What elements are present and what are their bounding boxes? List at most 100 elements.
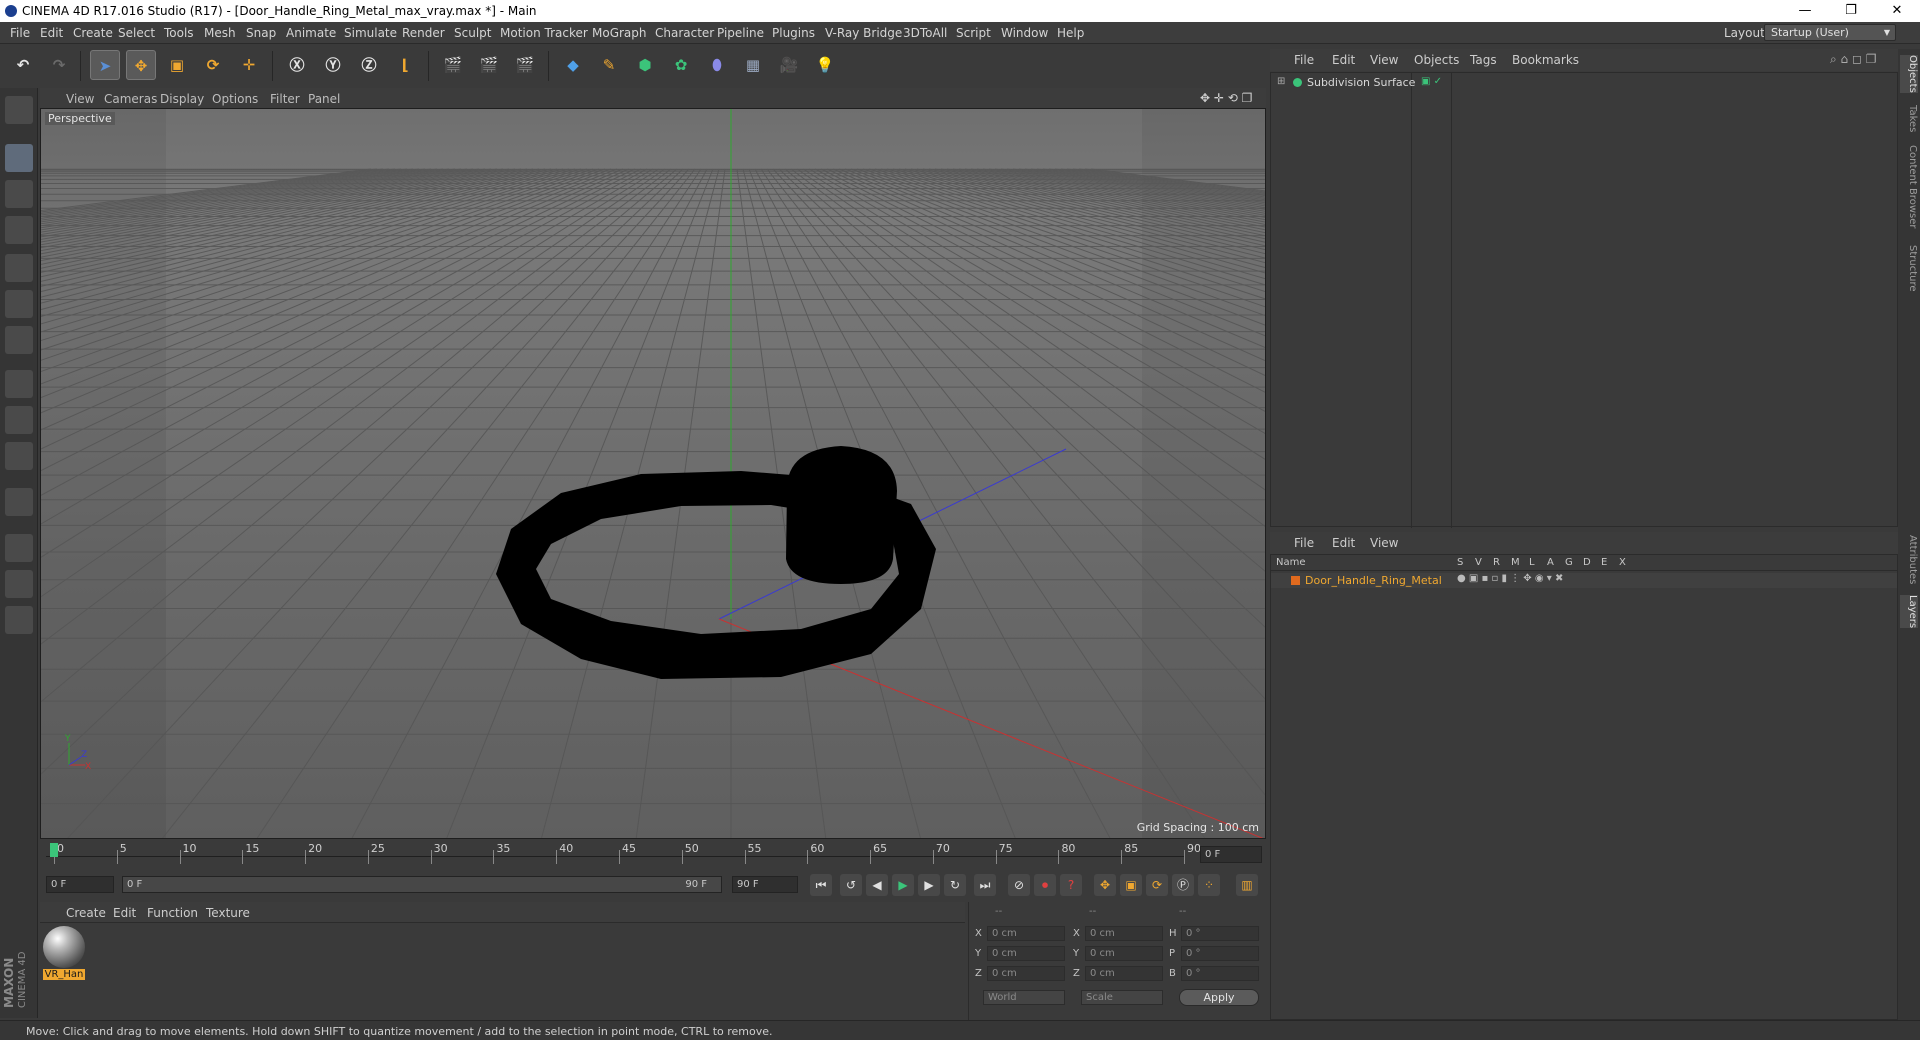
- layer-row[interactable]: Door_Handle_Ring_Metal ● ▣ ▪ ▫ ▮ ⋮ ✥ ◉ ▾…: [1271, 573, 1897, 588]
- timeline-ruler[interactable]: 0 5 10 15 20 25 30 35 40 45 50 55 60 65 70 75 80 85 90 0 F: [40, 840, 1266, 868]
- axis-mode-button[interactable]: [5, 370, 33, 398]
- light-button[interactable]: 💡: [810, 50, 840, 80]
- tab-structure[interactable]: Structure: [1900, 245, 1918, 292]
- menu-create[interactable]: Create: [73, 26, 113, 40]
- enabled-check-icon[interactable]: ▣ ✓: [1421, 76, 1442, 87]
- start-frame-field[interactable]: 0 F: [46, 876, 114, 893]
- move-tool-button[interactable]: ✥: [126, 50, 156, 80]
- key-position-button[interactable]: ✥: [1094, 874, 1116, 896]
- menu-pipeline[interactable]: Pipeline: [717, 26, 764, 40]
- menu-character[interactable]: Character: [655, 26, 714, 40]
- snap-button[interactable]: [5, 488, 33, 516]
- timeline-window-button[interactable]: ▥: [1236, 874, 1258, 896]
- viewport-menu-options[interactable]: Options: [212, 92, 258, 106]
- coord-size-y-field[interactable]: 0 cm: [1085, 946, 1163, 961]
- subdivision-surface-button[interactable]: ⬢: [630, 50, 660, 80]
- previous-key-button[interactable]: ↺: [840, 874, 862, 896]
- coord-mode-select[interactable]: Scale: [1081, 990, 1163, 1005]
- x-axis-lock-button[interactable]: Ⓧ: [282, 50, 312, 80]
- edges-mode-button[interactable]: [5, 290, 33, 318]
- viewport-menu-filter[interactable]: Filter: [270, 92, 300, 106]
- planar-workplane-button[interactable]: [5, 570, 33, 598]
- points-mode-button[interactable]: [5, 254, 33, 282]
- layer-menu-edit[interactable]: Edit: [1332, 536, 1355, 550]
- object-menu-file[interactable]: File: [1294, 53, 1314, 67]
- coord-pos-x-field[interactable]: 0 cm: [987, 926, 1065, 941]
- layer-menu-file[interactable]: File: [1294, 536, 1314, 550]
- current-frame-field[interactable]: 0 F: [1200, 846, 1262, 863]
- tab-takes[interactable]: Takes: [1900, 105, 1918, 132]
- play-button[interactable]: ▶: [892, 874, 914, 896]
- coord-size-z-field[interactable]: 0 cm: [1085, 966, 1163, 981]
- workplane-lock-button[interactable]: [5, 534, 33, 562]
- expand-toggle-icon[interactable]: ⊞: [1277, 76, 1285, 87]
- layer-name[interactable]: Door_Handle_Ring_Metal: [1305, 574, 1442, 587]
- object-row[interactable]: ⊞ Subdivision Surface ▣ ✓: [1273, 75, 1897, 91]
- material-menu-texture[interactable]: Texture: [206, 906, 250, 920]
- object-menu-bookmarks[interactable]: Bookmarks: [1512, 53, 1579, 67]
- minimize-button[interactable]: —: [1782, 0, 1828, 22]
- menu-select[interactable]: Select: [118, 26, 155, 40]
- layer-menu-view[interactable]: View: [1370, 536, 1398, 550]
- y-axis-lock-button[interactable]: Ⓨ: [318, 50, 348, 80]
- coord-pos-z-field[interactable]: 0 cm: [987, 966, 1065, 981]
- key-rotation-button[interactable]: ⟳: [1146, 874, 1168, 896]
- key-scale-button[interactable]: ▣: [1120, 874, 1142, 896]
- menu-simulate[interactable]: Simulate: [344, 26, 397, 40]
- deformer-button[interactable]: ⬮: [702, 50, 732, 80]
- menu-mograph[interactable]: MoGraph: [592, 26, 647, 40]
- menu-vray-bridge[interactable]: V-Ray Bridge: [825, 26, 902, 40]
- render-settings-button[interactable]: 🎬: [510, 50, 540, 80]
- spline-pen-button[interactable]: ✎: [594, 50, 624, 80]
- tab-attributes[interactable]: Attributes: [1900, 535, 1918, 584]
- menu-animate[interactable]: Animate: [286, 26, 336, 40]
- python-button[interactable]: [5, 606, 33, 634]
- next-key-button[interactable]: ↻: [944, 874, 966, 896]
- texture-mode-button[interactable]: [5, 180, 33, 208]
- tweak-mode-button[interactable]: [5, 406, 33, 434]
- material-menu-create[interactable]: Create: [66, 906, 106, 920]
- material-menu-function[interactable]: Function: [147, 906, 198, 920]
- object-search-icon[interactable]: ⌕ ⌂ ◻ ❐: [1830, 52, 1877, 67]
- previous-frame-button[interactable]: ◀: [866, 874, 888, 896]
- menu-render[interactable]: Render: [402, 26, 445, 40]
- menu-edit[interactable]: Edit: [40, 26, 63, 40]
- restore-button[interactable]: ❐: [1828, 0, 1874, 22]
- array-button[interactable]: ✿: [666, 50, 696, 80]
- viewport-menu-cameras[interactable]: Cameras: [104, 92, 157, 106]
- menu-file[interactable]: File: [10, 26, 30, 40]
- coordinate-system-button[interactable]: ⌊: [390, 50, 420, 80]
- keyframe-selection-button[interactable]: ?: [1060, 874, 1082, 896]
- menu-window[interactable]: Window: [1001, 26, 1048, 40]
- redo-button[interactable]: ↷: [44, 50, 74, 80]
- coord-rot-p-field[interactable]: 0 °: [1181, 946, 1259, 961]
- material-menu-edit[interactable]: Edit: [113, 906, 136, 920]
- material-swatch[interactable]: VR_Han: [43, 926, 85, 982]
- coord-size-x-field[interactable]: 0 cm: [1085, 926, 1163, 941]
- coord-space-select[interactable]: World: [983, 990, 1065, 1005]
- layer-toggle-icons[interactable]: ● ▣ ▪ ▫ ▮ ⋮ ✥ ◉ ▾ ✖: [1457, 573, 1563, 584]
- solo-button[interactable]: [5, 442, 33, 470]
- record-keys-button[interactable]: ⊘: [1008, 874, 1030, 896]
- workplane-mode-button[interactable]: [5, 216, 33, 244]
- menu-sculpt[interactable]: Sculpt: [454, 26, 491, 40]
- object-menu-edit[interactable]: Edit: [1332, 53, 1355, 67]
- cube-primitive-button[interactable]: ◆: [558, 50, 588, 80]
- render-picture-viewer-button[interactable]: 🎬: [474, 50, 504, 80]
- coord-rot-b-field[interactable]: 0 °: [1181, 966, 1259, 981]
- viewport-navigation-icons[interactable]: ✥ ✛ ⟲ ❐: [1200, 91, 1252, 105]
- scale-tool-button[interactable]: ▣: [162, 50, 192, 80]
- z-axis-lock-button[interactable]: Ⓩ: [354, 50, 384, 80]
- menu-3dtoall[interactable]: 3DToAll: [903, 26, 947, 40]
- object-name[interactable]: Subdivision Surface: [1307, 76, 1415, 89]
- apply-button[interactable]: Apply: [1179, 989, 1259, 1006]
- layout-select[interactable]: Startup (User) ▼: [1764, 24, 1896, 41]
- object-menu-view[interactable]: View: [1370, 53, 1398, 67]
- rotate-tool-button[interactable]: ⟳: [198, 50, 228, 80]
- viewport-perspective[interactable]: Y X Z Perspective Grid Spacing : 100 cm: [40, 108, 1266, 839]
- menu-tools[interactable]: Tools: [164, 26, 194, 40]
- playhead[interactable]: [50, 843, 58, 857]
- last-tool-button[interactable]: ✛: [234, 50, 264, 80]
- make-editable-button[interactable]: [5, 96, 33, 124]
- autokey-button[interactable]: ⏺: [1034, 874, 1056, 896]
